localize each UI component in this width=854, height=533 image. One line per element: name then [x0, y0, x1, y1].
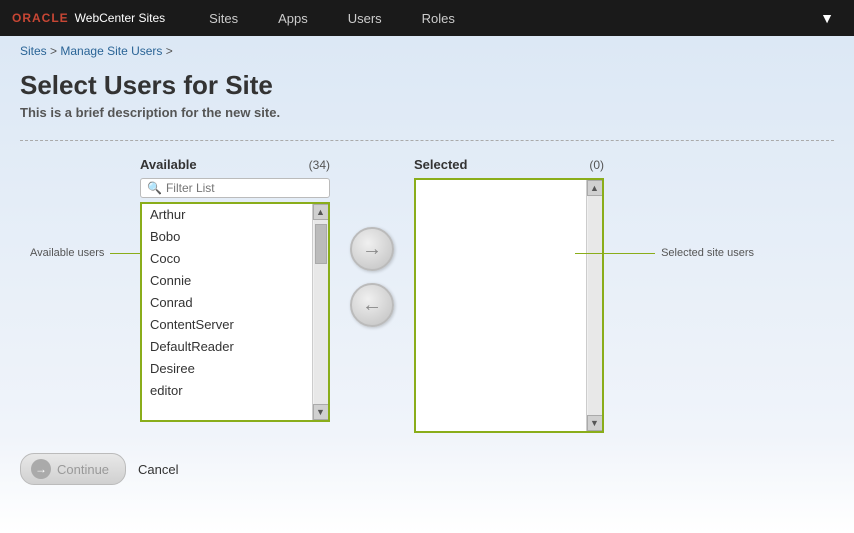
callout-selected-line — [575, 253, 655, 254]
nav-item-users[interactable]: Users — [328, 0, 402, 36]
move-right-button[interactable]: → — [350, 227, 394, 271]
panels-wrapper: Available users Available (34) 🔍 Arthur … — [140, 157, 604, 433]
available-panel-header: Available (34) — [140, 157, 330, 172]
selected-list-box: ▲ ▼ — [414, 178, 604, 433]
list-item[interactable]: DefaultReader — [142, 336, 312, 358]
list-item[interactable]: Coco — [142, 248, 312, 270]
available-list-box: Arthur Bobo Coco Connie Conrad ContentSe… — [140, 202, 330, 422]
list-item[interactable]: editor — [142, 380, 312, 402]
selected-panel: Selected (0) ▲ ▼ — [414, 157, 604, 433]
selected-scroll-up-btn[interactable]: ▲ — [587, 180, 603, 196]
page-header: Select Users for Site This is a brief de… — [0, 64, 854, 132]
available-list-inner: Arthur Bobo Coco Connie Conrad ContentSe… — [142, 204, 312, 420]
move-right-icon: → — [362, 238, 382, 261]
topbar-right: ▼ — [812, 6, 842, 30]
list-item[interactable]: Desiree — [142, 358, 312, 380]
main-content: Available users Available (34) 🔍 Arthur … — [0, 157, 854, 433]
move-left-icon: ← — [362, 294, 382, 317]
selected-list-inner — [416, 180, 586, 431]
content-area: Sites > Manage Site Users > Select Users… — [0, 36, 854, 533]
list-item[interactable]: Connie — [142, 270, 312, 292]
divider — [20, 140, 834, 141]
breadcrumb: Sites > Manage Site Users > — [0, 36, 854, 64]
breadcrumb-sep1: > — [50, 44, 60, 58]
selected-label: Selected — [414, 157, 467, 172]
available-scrollbar: ▲ ▼ — [312, 204, 328, 420]
selected-scroll-down-btn[interactable]: ▼ — [587, 415, 603, 431]
scroll-track — [314, 220, 328, 404]
topbar-dropdown-icon[interactable]: ▼ — [812, 6, 842, 30]
breadcrumb-sep2: > — [166, 44, 173, 58]
breadcrumb-manage[interactable]: Manage Site Users — [60, 44, 162, 58]
transfer-buttons: → ← — [330, 227, 414, 327]
nav-item-roles[interactable]: Roles — [402, 0, 475, 36]
nav-item-apps[interactable]: Apps — [258, 0, 328, 36]
scroll-thumb — [315, 224, 327, 264]
selected-scroll-track — [588, 196, 602, 415]
available-panel: Available (34) 🔍 Arthur Bobo Coco Connie… — [140, 157, 330, 422]
bottom-buttons: → Continue Cancel — [0, 433, 854, 485]
selected-panel-header: Selected (0) — [414, 157, 604, 172]
product-name: WebCenter Sites — [75, 11, 166, 25]
list-item[interactable]: ContentServer — [142, 314, 312, 336]
breadcrumb-sites[interactable]: Sites — [20, 44, 47, 58]
available-count: (34) — [309, 158, 330, 172]
cancel-button[interactable]: Cancel — [138, 462, 178, 477]
filter-search-icon: 🔍 — [147, 181, 162, 195]
list-item[interactable]: Arthur — [142, 204, 312, 226]
list-item[interactable]: Conrad — [142, 292, 312, 314]
nav-item-sites[interactable]: Sites — [189, 0, 258, 36]
filter-input[interactable] — [166, 181, 316, 195]
selected-count: (0) — [589, 158, 604, 172]
continue-label: Continue — [57, 462, 109, 477]
oracle-logo: ORACLE — [12, 11, 69, 25]
list-item[interactable]: Bobo — [142, 226, 312, 248]
page-title: Select Users for Site — [20, 70, 834, 101]
callout-selected: Selected site users — [575, 247, 754, 259]
filter-input-wrapper: 🔍 — [140, 178, 330, 198]
continue-arrow-icon: → — [35, 462, 47, 476]
top-nav: Sites Apps Users Roles — [189, 0, 812, 36]
scroll-down-btn[interactable]: ▼ — [313, 404, 329, 420]
topbar: ORACLE WebCenter Sites Sites Apps Users … — [0, 0, 854, 36]
scroll-up-btn[interactable]: ▲ — [313, 204, 329, 220]
available-label: Available — [140, 157, 197, 172]
callout-selected-text: Selected site users — [661, 247, 754, 259]
brand: ORACLE WebCenter Sites — [12, 11, 165, 25]
move-left-button[interactable]: ← — [350, 283, 394, 327]
continue-icon: → — [31, 459, 51, 479]
continue-button[interactable]: → Continue — [20, 453, 126, 485]
selected-scrollbar: ▲ ▼ — [586, 180, 602, 431]
page-description: This is a brief description for the new … — [20, 105, 834, 120]
callout-available-text: Available users — [30, 247, 104, 259]
